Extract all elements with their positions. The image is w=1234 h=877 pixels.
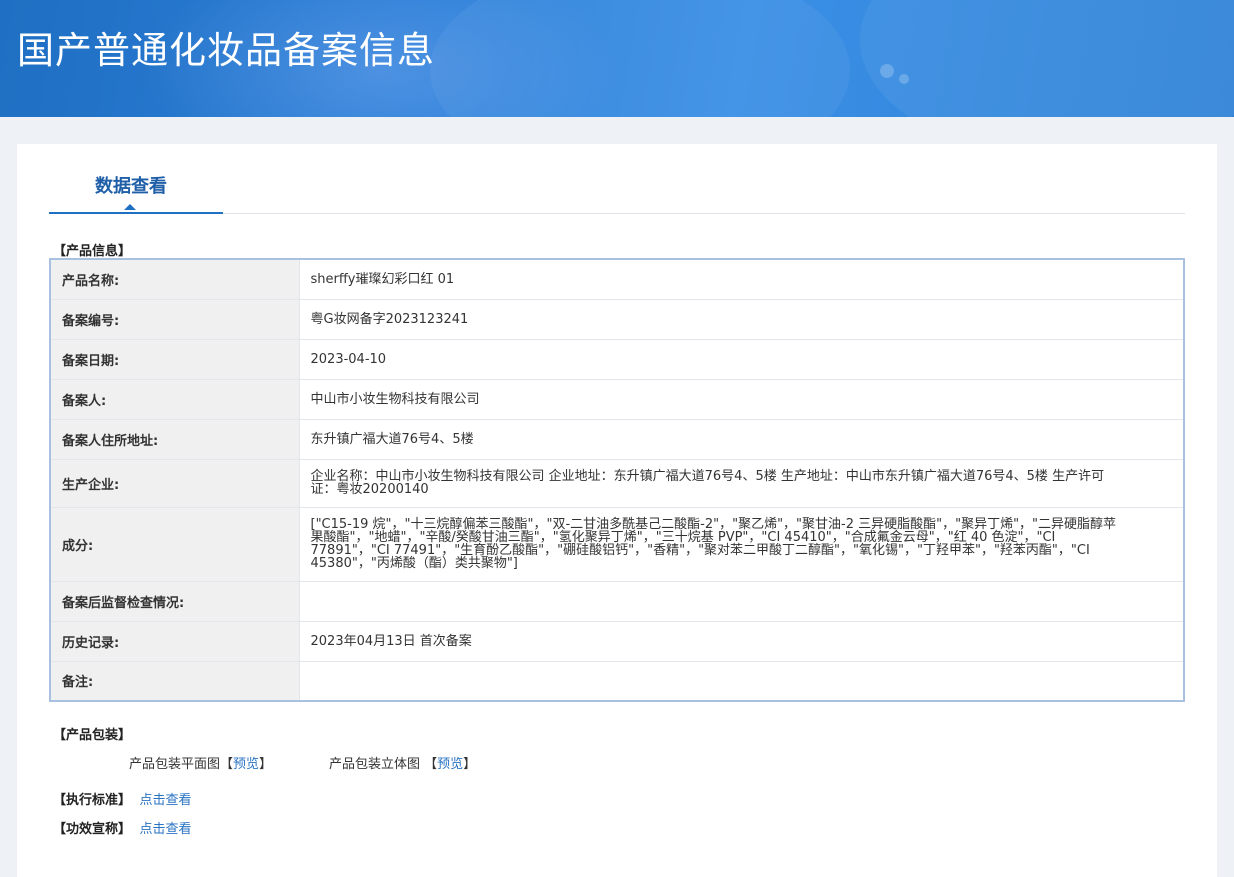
table-row: 备案编号: 粤G妆网备字2023123241 [50,299,1184,340]
table-row: 备案日期: 2023-04-10 [50,339,1184,380]
row-key: 历史记录: [50,621,300,662]
row-value: ["C15-19 烷"，"十三烷醇偏苯三酸酯"，"双-二甘油多酰基己二酸酯-2"… [299,507,1184,582]
tab-label: 数据查看 [95,176,167,197]
tab-active-caret [124,204,136,210]
row-value: 粤G妆网备字2023123241 [299,299,1184,340]
row-value: 中山市小妆生物科技有限公司 [299,379,1184,420]
efficacy-link[interactable]: 点击查看 [140,822,192,837]
efficacy-row: 【功效宣称】 点击查看 [53,818,192,837]
row-value: 东升镇广福大道76号4、5楼 [299,419,1184,460]
packaging-title: 【产品包装】 [53,728,132,743]
row-value: sherffy璀璨幻彩口红 01 [299,259,1184,300]
table-row: 生产企业: 企业名称：中山市小妆生物科技有限公司 企业地址：东升镇广福大道76号… [50,459,1184,508]
row-key: 产品名称: [50,259,300,300]
bracket-close: 】 [259,757,273,772]
table-row: 备案人: 中山市小妆生物科技有限公司 [50,379,1184,420]
content-panel: 数据查看 【产品信息】 产品名称: sherffy璀璨幻彩口红 01 备案编号:… [17,144,1217,877]
banner-decoration [860,0,1234,117]
table-row: 备案人住所地址: 东升镇广福大道76号4、5楼 [50,419,1184,460]
preview-flat-link[interactable]: 预览 [233,757,259,772]
tab-data-view[interactable]: 数据查看 [49,164,223,214]
table-row: 产品名称: sherffy璀璨幻彩口红 01 [50,259,1184,300]
row-key: 备案人住所地址: [50,419,300,460]
row-key: 备案后监督检查情况: [50,581,300,622]
row-key: 备注: [50,661,300,702]
header-banner: 国产普通化妆品备案信息 [0,0,1234,117]
banner-dot [899,74,909,84]
packaging-flat: 产品包装平面图【预览】 [129,753,272,772]
row-value: 2023年04月13日 首次备案 [299,621,1184,662]
table-row: 成分: ["C15-19 烷"，"十三烷醇偏苯三酸酯"，"双-二甘油多酰基己二酸… [50,507,1184,582]
preview-solid-link[interactable]: 预览 [437,757,463,772]
row-key: 成分: [50,507,300,582]
row-value [299,661,1184,702]
product-info-title: 【产品信息】 [53,244,132,259]
product-info-table: 产品名称: sherffy璀璨幻彩口红 01 备案编号: 粤G妆网备字20231… [49,258,1185,702]
packaging-flat-label: 产品包装平面图【 [129,757,234,772]
row-key: 备案日期: [50,339,300,380]
packaging-solid: 产品包装立体图 【预览】 [329,753,476,772]
standard-label: 【执行标准】 [53,793,132,808]
bracket-close: 】 [463,757,477,772]
banner-decoration [430,0,850,117]
efficacy-label: 【功效宣称】 [53,822,132,837]
row-value: 企业名称：中山市小妆生物科技有限公司 企业地址：东升镇广福大道76号4、5楼 生… [299,459,1184,508]
standard-link[interactable]: 点击查看 [140,793,192,808]
table-row: 历史记录: 2023年04月13日 首次备案 [50,621,1184,662]
table-row: 备案后监督检查情况: [50,581,1184,622]
row-key: 备案编号: [50,299,300,340]
row-value: 2023-04-10 [299,339,1184,380]
banner-dot [880,64,894,78]
page-title: 国产普通化妆品备案信息 [17,29,435,72]
standard-row: 【执行标准】 点击查看 [53,789,192,808]
row-value [299,581,1184,622]
packaging-solid-label: 产品包装立体图 【 [329,757,438,772]
row-key: 备案人: [50,379,300,420]
row-key: 生产企业: [50,459,300,508]
table-row: 备注: [50,661,1184,702]
